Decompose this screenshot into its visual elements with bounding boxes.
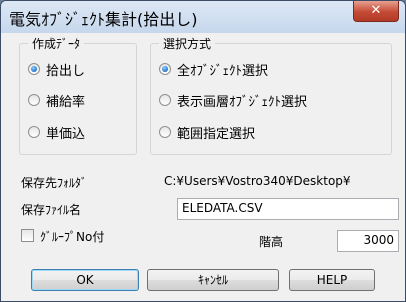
group-no-checkbox[interactable]	[21, 229, 34, 242]
window-title: 電気ｵﾌﾞｼﾞｪｸﾄ集計(拾出し)	[9, 10, 198, 29]
radio-hiroidashi[interactable]: 拾出し	[28, 61, 86, 79]
radio-unselected-icon	[159, 126, 171, 138]
dialog-content: 作成ﾃﾞｰﾀ 拾出し 補給率 単価込 選択方式 全ｵﾌﾞｼﾞｪｸﾄ選択 表示画層…	[1, 33, 405, 301]
radio-tankakomi-label: 単価込	[46, 126, 86, 142]
radio-range-select[interactable]: 範囲指定選択	[159, 124, 256, 142]
save-folder-value: C:¥Users¥Vostro340¥Desktop¥	[164, 174, 351, 188]
radio-all-objects-label: 全ｵﾌﾞｼﾞｪｸﾄ選択	[177, 63, 269, 79]
radio-unselected-icon	[28, 126, 40, 138]
radio-hokyuritsu[interactable]: 補給率	[28, 92, 86, 110]
close-button[interactable]: ✕	[353, 1, 399, 22]
radio-range-select-label: 範囲指定選択	[177, 126, 256, 142]
floor-height-label: 階高	[259, 235, 284, 249]
close-icon: ✕	[370, 3, 382, 18]
ok-button[interactable]: OK	[31, 269, 139, 291]
radio-selected-icon	[159, 63, 171, 75]
save-folder-label: 保存先ﾌｫﾙﾀﾞ	[21, 176, 88, 190]
help-button[interactable]: HELP	[289, 269, 375, 291]
radio-visible-layer-label: 表示画層ｵﾌﾞｼﾞｪｸﾄ選択	[177, 94, 308, 110]
save-file-input[interactable]: ELEDATA.CSV	[177, 198, 399, 220]
cancel-button[interactable]: ｷｬﾝｾﾙ	[147, 269, 279, 291]
radio-visible-layer[interactable]: 表示画層ｵﾌﾞｼﾞｪｸﾄ選択	[159, 92, 308, 110]
data-type-legend: 作成ﾃﾞｰﾀ	[28, 35, 85, 52]
save-file-label: 保存ﾌｧｲﾙ名	[21, 203, 82, 217]
dialog-window: 電気ｵﾌﾞｼﾞｪｸﾄ集計(拾出し) ✕ 作成ﾃﾞｰﾀ 拾出し 補給率 単価込 選…	[0, 0, 406, 302]
group-no-label: ｸﾞﾙｰﾌﾟNo付	[40, 230, 105, 244]
selection-method-group: 選択方式 全ｵﾌﾞｼﾞｪｸﾄ選択 表示画層ｵﾌﾞｼﾞｪｸﾄ選択 範囲指定選択	[150, 35, 392, 155]
selection-method-legend: 選択方式	[159, 35, 216, 52]
radio-selected-icon	[28, 63, 40, 75]
radio-all-objects[interactable]: 全ｵﾌﾞｼﾞｪｸﾄ選択	[159, 61, 269, 79]
radio-tankakomi[interactable]: 単価込	[28, 124, 86, 142]
radio-unselected-icon	[159, 94, 171, 106]
radio-hiroidashi-label: 拾出し	[46, 63, 86, 79]
radio-unselected-icon	[28, 94, 40, 106]
radio-hokyuritsu-label: 補給率	[46, 94, 86, 110]
floor-height-input[interactable]: 3000	[337, 230, 399, 252]
title-bar[interactable]: 電気ｵﾌﾞｼﾞｪｸﾄ集計(拾出し) ✕	[1, 1, 405, 33]
data-type-group: 作成ﾃﾞｰﾀ 拾出し 補給率 単価込	[19, 35, 137, 155]
